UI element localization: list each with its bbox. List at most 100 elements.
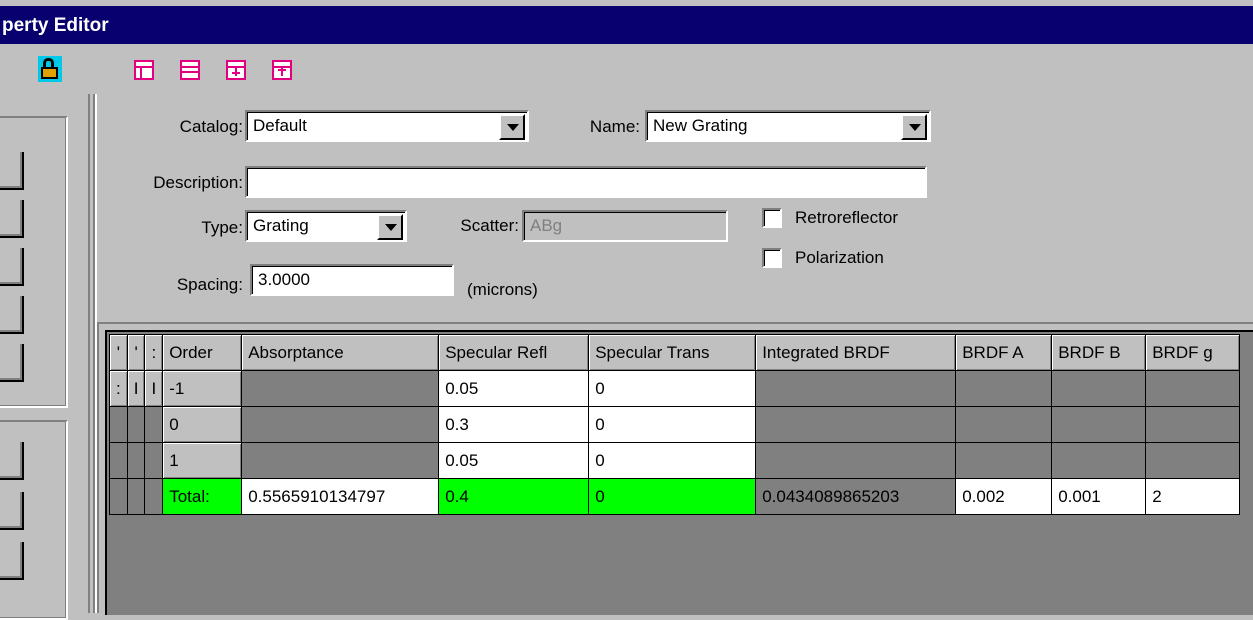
brdf-b-cell [1051,406,1147,443]
table-row: : I I -1 0.05 0 [109,370,1241,407]
left-button-8[interactable] [0,542,24,580]
integrated-brdf-cell [755,370,957,407]
name-value: New Grating [653,116,748,135]
header-marker-3[interactable]: : [144,334,164,371]
absorptance-cell [241,442,440,479]
chevron-down-icon [507,124,519,131]
specular-trans-cell[interactable]: 0 [588,370,757,407]
header-specular-refl[interactable]: Specular Refl [438,334,590,371]
header-order[interactable]: Order [162,334,243,371]
spacing-input[interactable]: 3.0000 [250,264,454,296]
retroreflector-checkbox[interactable] [762,208,782,228]
table-row: 1 0.05 0 [109,442,1241,479]
insert-row-above-icon[interactable] [272,60,292,80]
retroreflector-label: Retroreflector [795,208,898,227]
catalog-value: Default [253,116,307,135]
table-row: 0 0.3 0 [109,406,1241,443]
title-bar: perty Editor [0,0,1253,44]
row-marker[interactable] [109,442,128,479]
lock-icon[interactable] [38,56,62,82]
row-marker[interactable]: I [126,370,146,407]
type-label: Type: [201,218,243,237]
row-marker[interactable] [144,406,164,443]
left-button-3[interactable] [0,248,24,286]
left-button-4[interactable] [0,296,24,334]
row-marker[interactable]: : [109,370,128,407]
left-groupbox-bottom [0,420,68,620]
header-brdf-a[interactable]: BRDF A [955,334,1053,371]
row-marker[interactable]: I [144,370,164,407]
description-input[interactable] [245,166,927,198]
integrated-brdf-cell [755,442,957,479]
row-marker[interactable] [126,406,146,443]
absorptance-cell [241,370,440,407]
specular-refl-cell[interactable]: 0.05 [438,442,590,479]
header-integrated-brdf[interactable]: Integrated BRDF [755,334,957,371]
left-button-1[interactable] [0,152,24,190]
scatter-label: Scatter: [460,216,519,235]
integrated-brdf-cell [755,406,957,443]
left-panel [0,94,90,620]
brdf-b-cell [1051,370,1147,407]
name-select[interactable]: New Grating [645,110,931,142]
order-cell[interactable]: 0 [162,406,243,443]
brdf-a-value[interactable]: 0.002 [955,478,1053,515]
brdf-g-cell [1145,406,1241,443]
layout-table-icon[interactable] [134,60,154,80]
specular-refl-cell[interactable]: 0.3 [438,406,590,443]
layout-rows-icon[interactable] [180,60,200,80]
left-button-5[interactable] [0,344,24,382]
left-button-6[interactable] [0,442,24,480]
row-marker[interactable] [109,406,128,443]
row-marker [109,478,128,515]
order-cell[interactable]: -1 [162,370,243,407]
property-form: Catalog: Default Name: New Grating Descr… [97,96,1253,320]
specular-trans-cell[interactable]: 0 [588,442,757,479]
left-groupbox-top [0,116,68,408]
row-marker[interactable] [144,442,164,479]
brdf-g-cell [1145,370,1241,407]
brdf-a-cell [955,442,1053,479]
total-integrated-brdf: 0.0434089865203 [755,478,957,515]
type-dropdown-button[interactable] [377,214,403,240]
type-value: Grating [253,216,309,235]
row-marker [144,478,164,515]
brdf-b-value[interactable]: 0.001 [1051,478,1147,515]
catalog-select[interactable]: Default [245,110,529,142]
name-dropdown-button[interactable] [901,114,927,140]
left-button-2[interactable] [0,200,24,238]
row-marker[interactable] [126,442,146,479]
type-select[interactable]: Grating [245,210,407,242]
scatter-select: ABg [522,210,728,242]
header-absorptance[interactable]: Absorptance [241,334,440,371]
total-specular-refl[interactable]: 0.4 [438,478,590,515]
header-brdf-g[interactable]: BRDF g [1145,334,1241,371]
header-marker-2[interactable]: ' [126,334,146,371]
total-absorptance[interactable]: 0.5565910134797 [241,478,440,515]
header-marker-1[interactable]: ' [109,334,128,371]
brdf-b-cell [1051,442,1147,479]
brdf-g-cell [1145,442,1241,479]
catalog-dropdown-button[interactable] [499,114,525,140]
grid-header-row: ' ' : Order Absorptance Specular Refl Sp… [109,334,1241,371]
catalog-label: Catalog: [179,117,243,136]
insert-row-below-icon[interactable] [226,60,246,80]
polarization-label: Polarization [795,248,884,267]
window-title: perty Editor [2,15,109,36]
header-brdf-b[interactable]: BRDF B [1051,334,1147,371]
chevron-down-icon [909,124,921,131]
brdf-a-cell [955,370,1053,407]
absorptance-cell [241,406,440,443]
name-label: Name: [589,117,640,136]
total-specular-trans[interactable]: 0 [588,478,757,515]
order-cell[interactable]: 1 [162,442,243,479]
brdf-g-value[interactable]: 2 [1145,478,1241,515]
header-specular-trans[interactable]: Specular Trans [588,334,757,371]
row-marker [126,478,146,515]
specular-trans-cell[interactable]: 0 [588,406,757,443]
polarization-checkbox[interactable] [762,248,782,268]
specular-refl-cell[interactable]: 0.05 [438,370,590,407]
spacing-unit: (microns) [467,280,538,299]
chevron-down-icon [385,224,397,231]
left-button-7[interactable] [0,492,24,530]
